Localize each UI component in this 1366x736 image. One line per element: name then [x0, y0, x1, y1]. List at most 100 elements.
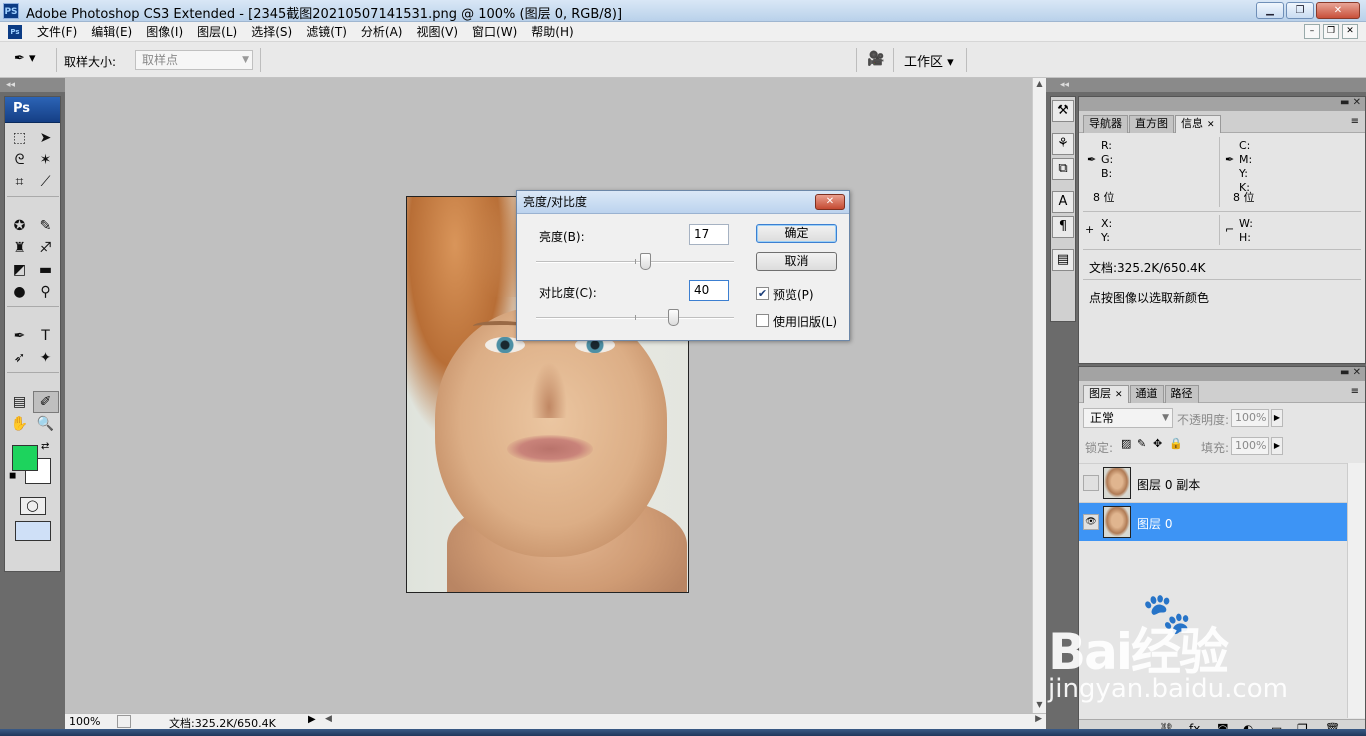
- pen-icon[interactable]: ✒: [7, 325, 33, 347]
- opacity-arrow-icon[interactable]: ▶: [1271, 409, 1283, 427]
- screen-mode-icon[interactable]: [14, 521, 51, 541]
- tab-layers[interactable]: 图层 ✕: [1083, 385, 1129, 403]
- blur-icon[interactable]: ●: [7, 281, 33, 303]
- scroll-down-icon[interactable]: ▼: [1033, 699, 1046, 711]
- notes-icon[interactable]: ▤: [7, 391, 33, 413]
- marquee-icon[interactable]: ⬚: [7, 127, 33, 149]
- document-icon[interactable]: Ps: [8, 25, 22, 39]
- menu-layer[interactable]: 图层(L): [190, 24, 244, 40]
- lock-position-icon[interactable]: ✥: [1153, 437, 1162, 450]
- contrast-slider[interactable]: [536, 309, 734, 326]
- panel-menu-icon[interactable]: ≡: [1351, 116, 1359, 127]
- minimize-button[interactable]: ▁: [1256, 2, 1284, 19]
- history-brush-icon[interactable]: ♐: [33, 237, 59, 259]
- custom-shape-icon[interactable]: ✦: [33, 347, 59, 369]
- hand-icon[interactable]: ✋: [7, 413, 33, 435]
- tab-navigator[interactable]: 导航器: [1083, 115, 1128, 133]
- lasso-icon[interactable]: ᘓ: [7, 149, 33, 171]
- layer-row[interactable]: 👁 图层 0: [1079, 502, 1347, 541]
- clone-source-icon[interactable]: ⧉: [1052, 158, 1074, 180]
- lock-all-icon[interactable]: 🔒: [1169, 437, 1183, 450]
- doc-minimize-button[interactable]: –: [1304, 24, 1320, 39]
- default-colors-icon[interactable]: ◼: [9, 471, 16, 481]
- dialog-title-bar[interactable]: 亮度/对比度 ✕: [517, 191, 849, 214]
- maximize-button[interactable]: ❐: [1286, 2, 1314, 19]
- close-button[interactable]: ✕: [1316, 2, 1360, 19]
- zoom-icon[interactable]: [117, 715, 131, 728]
- preview-checkbox[interactable]: ✔: [756, 287, 769, 300]
- scroll-up-icon[interactable]: ▲: [1033, 78, 1046, 90]
- brightness-slider[interactable]: [536, 253, 734, 270]
- eyedropper-preset-icon[interactable]: ✒ ▾: [14, 51, 50, 71]
- opacity-input[interactable]: 100%: [1231, 409, 1269, 427]
- sample-size-select[interactable]: 取样点 ▼: [135, 50, 253, 70]
- clone-stamp-icon[interactable]: ♜: [7, 237, 33, 259]
- menu-file[interactable]: 文件(F): [30, 24, 84, 40]
- brushes-icon[interactable]: ⚘: [1052, 133, 1074, 155]
- collapse-icon[interactable]: ◂◂: [0, 78, 65, 92]
- doc-close-button[interactable]: ✕: [1342, 24, 1358, 39]
- paragraph-icon[interactable]: ¶: [1052, 216, 1074, 238]
- path-selection-icon[interactable]: ➶: [7, 347, 33, 369]
- quick-mask-icon[interactable]: ◯: [19, 497, 46, 515]
- ok-button[interactable]: 确定: [756, 224, 837, 243]
- workspace-button[interactable]: 工作区 ▾: [904, 51, 954, 70]
- zoom-level[interactable]: 100%: [69, 715, 100, 728]
- tab-paths[interactable]: 路径: [1164, 385, 1199, 403]
- panel-titlebar[interactable]: ▬ ✕: [1079, 367, 1365, 381]
- collapse-icon[interactable]: ◂◂: [1046, 78, 1366, 92]
- tool-presets-icon[interactable]: ⚒: [1052, 100, 1074, 122]
- panel-controls[interactable]: ▬ ✕: [1340, 367, 1361, 378]
- layer-comps-icon[interactable]: ▤: [1052, 249, 1074, 271]
- contrast-slider-thumb[interactable]: [667, 309, 679, 326]
- gradient-icon[interactable]: ▬: [33, 259, 59, 281]
- zoom-icon[interactable]: 🔍: [33, 413, 59, 435]
- brightness-slider-thumb[interactable]: [639, 253, 651, 270]
- magic-wand-icon[interactable]: ✶: [33, 149, 59, 171]
- use-legacy-checkbox[interactable]: [756, 314, 769, 327]
- swap-colors-icon[interactable]: ⇄: [41, 441, 49, 452]
- move-icon[interactable]: ➤: [33, 127, 59, 149]
- tab-channels[interactable]: 通道: [1129, 385, 1164, 403]
- menu-edit[interactable]: 编辑(E): [84, 24, 139, 40]
- healing-brush-icon[interactable]: ✪: [7, 215, 33, 237]
- menu-analysis[interactable]: 分析(A): [354, 24, 410, 40]
- panel-menu-icon[interactable]: ≡: [1351, 386, 1359, 397]
- menu-help[interactable]: 帮助(H): [524, 24, 580, 40]
- dodge-icon[interactable]: ⚲: [33, 281, 59, 303]
- menu-view[interactable]: 视图(V): [409, 24, 465, 40]
- menu-image[interactable]: 图像(I): [139, 24, 190, 40]
- doc-restore-button[interactable]: ❐: [1323, 24, 1339, 39]
- layers-scrollbar[interactable]: [1347, 463, 1365, 718]
- crop-icon[interactable]: ⌗: [7, 171, 33, 193]
- panel-controls[interactable]: ▬ ✕: [1340, 97, 1361, 108]
- scroll-left-icon[interactable]: ◀: [325, 714, 332, 724]
- type-icon[interactable]: T: [33, 325, 59, 347]
- close-tab-icon[interactable]: ✕: [1207, 120, 1215, 130]
- blend-mode-select[interactable]: 正常 ▼: [1083, 408, 1173, 428]
- dialog-close-button[interactable]: ✕: [815, 194, 845, 210]
- brightness-input[interactable]: 17: [689, 224, 729, 245]
- brush-icon[interactable]: ✎: [33, 215, 59, 237]
- layer-row[interactable]: 图层 0 副本: [1079, 463, 1347, 502]
- visibility-toggle[interactable]: [1083, 475, 1099, 491]
- contrast-input[interactable]: 40: [689, 280, 729, 301]
- fill-arrow-icon[interactable]: ▶: [1271, 437, 1283, 455]
- scroll-right-icon[interactable]: ▶: [1035, 714, 1042, 724]
- tab-histogram[interactable]: 直方图: [1129, 115, 1174, 133]
- eye-icon[interactable]: 👁: [1083, 514, 1099, 530]
- tab-info[interactable]: 信息 ✕: [1175, 115, 1221, 133]
- canvas-vertical-scrollbar[interactable]: ▲ ▼: [1032, 78, 1046, 713]
- fill-input[interactable]: 100%: [1231, 437, 1269, 455]
- menu-window[interactable]: 窗口(W): [465, 24, 524, 40]
- slice-icon[interactable]: ⟋: [33, 171, 59, 193]
- lock-transparent-icon[interactable]: ▨: [1121, 437, 1131, 450]
- close-tab-icon[interactable]: ✕: [1115, 390, 1123, 400]
- cancel-button[interactable]: 取消: [756, 252, 837, 271]
- menu-filter[interactable]: 滤镜(T): [299, 24, 354, 40]
- bridge-icon[interactable]: 🎥: [864, 51, 888, 69]
- foreground-color-swatch[interactable]: [12, 445, 38, 471]
- status-menu-arrow-icon[interactable]: ▶: [308, 714, 316, 725]
- eyedropper-icon[interactable]: ✐: [32, 391, 59, 413]
- menu-select[interactable]: 选择(S): [244, 24, 299, 40]
